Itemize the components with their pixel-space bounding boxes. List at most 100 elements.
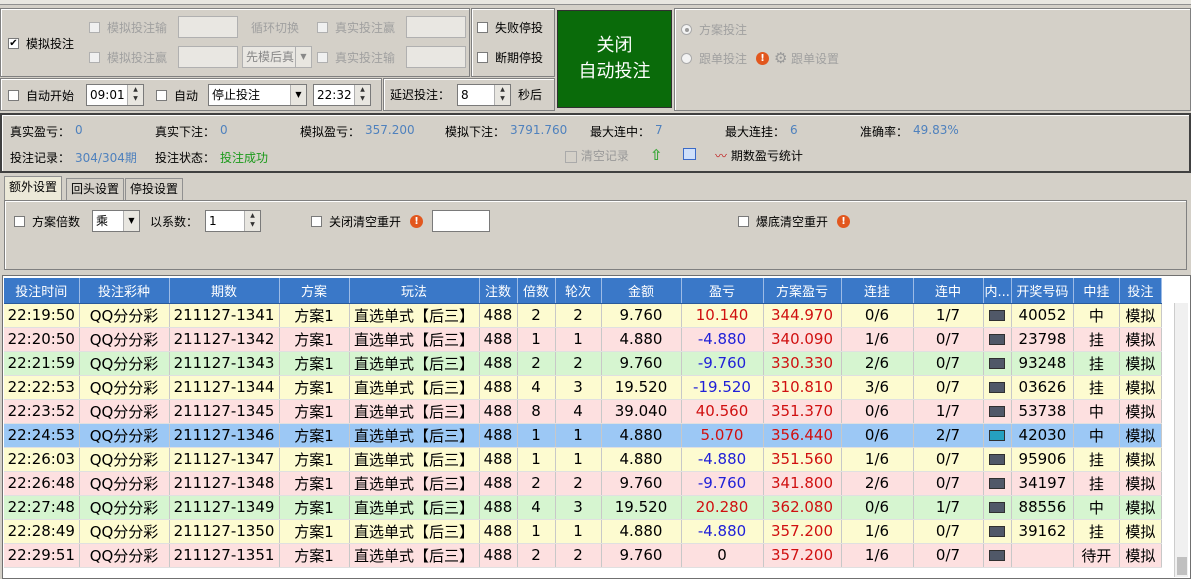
clear-records-button[interactable]: 清空记录: [565, 147, 629, 165]
content-icon[interactable]: [989, 358, 1006, 369]
table-row[interactable]: 22:27:48 QQ分分彩 211127-1349 方案1 直选单式【后三】 488 4 3…: [4, 495, 1162, 520]
real-bet-win-field[interactable]: [406, 16, 466, 38]
col-header[interactable]: 轮次: [555, 278, 602, 304]
cell-mult: 2: [517, 351, 556, 376]
delay-field[interactable]: 8 ▲ ▼: [457, 84, 511, 106]
col-header[interactable]: 玩法: [349, 278, 480, 304]
fail-stop-label: 失败停投: [495, 21, 544, 35]
follow-bet-radio[interactable]: [681, 53, 692, 64]
end-time-spinner[interactable]: ▲ ▼: [354, 85, 370, 105]
table-row[interactable]: 22:24:53 QQ分分彩 211127-1346 方案1 直选单式【后三】 488 1 1…: [4, 423, 1162, 448]
scrollbar-thumb[interactable]: [1177, 557, 1187, 575]
content-icon[interactable]: [989, 310, 1006, 321]
close-auto-bet-button[interactable]: 关闭 自动投注: [557, 10, 672, 108]
cell-plan: 方案1: [279, 375, 350, 400]
col-header[interactable]: 连挂: [841, 278, 914, 304]
arrow-up-icon[interactable]: ⇧: [650, 146, 663, 164]
table-row[interactable]: 22:22:53 QQ分分彩 211127-1344 方案1 直选单式【后三】 488 4 3…: [4, 375, 1162, 400]
col-header[interactable]: 方案: [279, 278, 350, 304]
cell-period: 211127-1346: [169, 423, 280, 448]
cell-round: 2: [555, 303, 602, 328]
content-icon[interactable]: [989, 406, 1006, 417]
gear-icon[interactable]: ⚙: [774, 50, 790, 66]
col-header[interactable]: 注数: [479, 278, 518, 304]
cell-lose: 1/6: [841, 543, 914, 568]
tab-extra-settings[interactable]: 额外设置: [4, 176, 63, 201]
col-header[interactable]: 投注彩种: [79, 278, 170, 304]
plan-multiple-checkbox[interactable]: [14, 216, 25, 227]
status-label: 投注状态：: [155, 151, 216, 165]
table-row[interactable]: 22:29:51 QQ分分彩 211127-1351 方案1 直选单式【后三】 488 2 2…: [4, 543, 1162, 568]
content-icon[interactable]: [989, 502, 1006, 513]
col-header[interactable]: 盈亏: [681, 278, 764, 304]
col-header[interactable]: 倍数: [517, 278, 556, 304]
end-time-field[interactable]: 22:32 ▲ ▼: [313, 84, 371, 106]
tab-stop-settings[interactable]: 停投设置: [125, 178, 184, 200]
window-icon[interactable]: [683, 148, 696, 160]
content-icon[interactable]: [989, 454, 1006, 465]
table-row[interactable]: 22:21:59 QQ分分彩 211127-1343 方案1 直选单式【后三】 488 2 2…: [4, 351, 1162, 376]
sim-bet-win-checkbox[interactable]: [89, 52, 100, 63]
cell-plan: 方案1: [279, 495, 350, 520]
cell-number: 88556: [1011, 495, 1074, 520]
table-row[interactable]: 22:19:50 QQ分分彩 211127-1341 方案1 直选单式【后三】 488 2 2…: [4, 303, 1162, 328]
table-row[interactable]: 22:26:03 QQ分分彩 211127-1347 方案1 直选单式【后三】 488 1 1…: [4, 447, 1162, 472]
cell-pl: 0: [681, 543, 764, 568]
content-icon[interactable]: [989, 526, 1006, 537]
auto-checkbox[interactable]: [156, 90, 167, 101]
follow-settings-label[interactable]: 跟单设置: [791, 52, 839, 66]
sim-bet-win-field[interactable]: [178, 46, 238, 68]
real-bet-lose-field[interactable]: [406, 46, 466, 68]
content-icon[interactable]: [989, 478, 1006, 489]
order-select[interactable]: 先模后真 ▼: [242, 46, 312, 68]
table-row[interactable]: 22:20:50 QQ分分彩 211127-1342 方案1 直选单式【后三】 488 1 1…: [4, 327, 1162, 352]
content-icon[interactable]: [989, 382, 1006, 393]
burst-reset-checkbox[interactable]: [738, 216, 749, 227]
sim-bet-input-field[interactable]: [178, 16, 238, 38]
period-stop-checkbox[interactable]: [477, 52, 488, 63]
fail-stop-checkbox[interactable]: [477, 22, 488, 33]
cell-round: 4: [555, 399, 602, 424]
coef-spinner[interactable]: ▲ ▼: [244, 211, 260, 231]
table-row[interactable]: 22:26:48 QQ分分彩 211127-1348 方案1 直选单式【后三】 488 2 2…: [4, 471, 1162, 496]
cell-play: 直选单式【后三】: [349, 327, 480, 352]
start-time-field[interactable]: 09:01 ▲ ▼: [86, 84, 144, 106]
col-header[interactable]: 方案盈亏: [763, 278, 842, 304]
real-bet-win-checkbox[interactable]: [317, 22, 328, 33]
sim-bet-checkbox[interactable]: ✔: [8, 38, 19, 49]
col-header[interactable]: 连中: [913, 278, 984, 304]
delay-spinner[interactable]: ▲ ▼: [494, 85, 510, 105]
coef-field[interactable]: 1 ▲ ▼: [205, 210, 261, 232]
operator-select[interactable]: 乘 ▼: [92, 210, 140, 232]
close-reset-field[interactable]: [432, 210, 490, 232]
cell-number: [1011, 543, 1074, 568]
action-select[interactable]: 停止投注 ▼: [208, 84, 307, 106]
col-header[interactable]: 投注时间: [4, 278, 80, 304]
col-header[interactable]: 期数: [169, 278, 280, 304]
cell-plan: 方案1: [279, 327, 350, 352]
content-icon[interactable]: [989, 334, 1006, 345]
close-reset-checkbox[interactable]: [311, 216, 322, 227]
content-icon[interactable]: [989, 430, 1006, 441]
status-value: 投注成功: [220, 151, 269, 165]
content-icon[interactable]: [989, 550, 1006, 561]
auto-start-checkbox[interactable]: [8, 90, 19, 101]
real-bet-lose-checkbox[interactable]: [317, 52, 328, 63]
start-time-spinner[interactable]: ▲ ▼: [127, 85, 143, 105]
table-row[interactable]: 22:28:49 QQ分分彩 211127-1350 方案1 直选单式【后三】 488 1 1…: [4, 519, 1162, 544]
period-stats-button[interactable]: 〰 期数盈亏统计: [715, 147, 803, 164]
col-header[interactable]: 开奖号码: [1011, 278, 1074, 304]
col-header[interactable]: 中挂: [1073, 278, 1120, 304]
tab-return-settings[interactable]: 回头设置: [66, 178, 125, 200]
col-header[interactable]: 金额: [601, 278, 682, 304]
period-stop-label: 断期停投: [495, 51, 544, 65]
vertical-scrollbar[interactable]: [1174, 303, 1188, 577]
real-pl-label: 真实盈亏：: [10, 125, 71, 139]
sim-bet-input-checkbox[interactable]: [89, 22, 100, 33]
coef-value: 1: [209, 214, 217, 228]
cell-bet: 模拟: [1119, 543, 1162, 568]
col-header[interactable]: 内...: [983, 278, 1012, 304]
table-row[interactable]: 22:23:52 QQ分分彩 211127-1345 方案1 直选单式【后三】 488 8 4…: [4, 399, 1162, 424]
plan-bet-radio[interactable]: [681, 24, 692, 35]
col-header[interactable]: 投注: [1119, 278, 1162, 304]
